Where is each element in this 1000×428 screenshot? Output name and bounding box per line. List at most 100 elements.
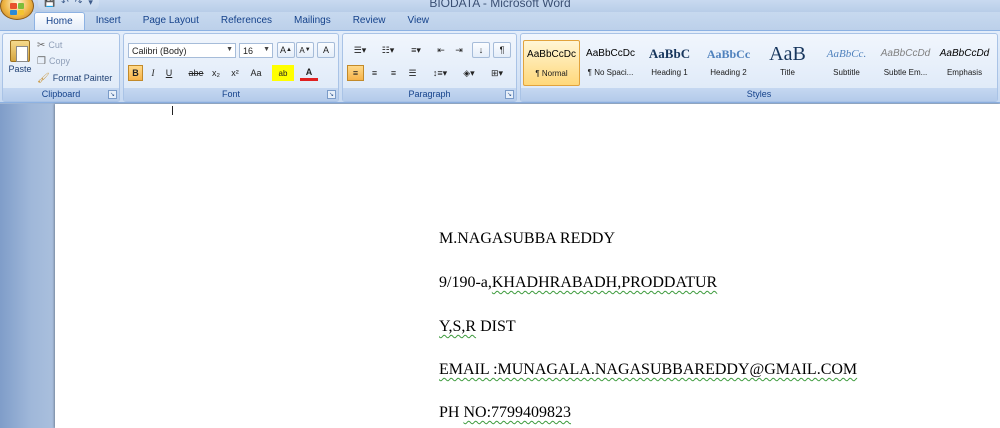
align-right-icon: ≡ xyxy=(390,68,397,78)
shrink-font-button[interactable]: A ▼ xyxy=(296,42,314,58)
change-case-button[interactable]: Aa xyxy=(246,65,266,81)
brush-icon: 🖌 xyxy=(37,72,50,84)
style-sample: AaB xyxy=(769,43,806,65)
style-name: Heading 1 xyxy=(651,68,688,77)
style-normal[interactable]: AaBbCcDc ¶ Normal xyxy=(523,40,580,86)
doc-line-phone[interactable]: PH NO:7799409823 xyxy=(439,404,571,422)
window-title: BIODATA - Microsoft Word xyxy=(429,0,571,10)
title-bar: 💾 ↶ ↷ ▾ BIODATA - Microsoft Word xyxy=(0,0,1000,12)
paste-label: Paste xyxy=(8,64,32,74)
bold-button[interactable]: B xyxy=(128,65,143,81)
font-family-value: Calibri (Body) xyxy=(132,46,187,56)
ribbon: Paste ✂ Cut ❐ Copy 🖌 Format Painter Clip… xyxy=(0,30,1000,103)
strikethrough-button[interactable]: abe xyxy=(187,65,205,81)
style-name: ¶ Normal xyxy=(535,69,568,78)
paste-button[interactable]: Paste xyxy=(6,38,34,88)
address-main: KHADHRABADH,PRODDATUR xyxy=(491,274,718,291)
highlight-button[interactable]: ab xyxy=(272,65,294,81)
district-main: Y,S,R xyxy=(439,318,477,335)
clear-formatting-button[interactable]: A xyxy=(317,42,335,58)
style-name: Title xyxy=(780,68,795,77)
font-size-value: 16 xyxy=(243,46,254,56)
paste-icon xyxy=(10,40,30,62)
style-no-spacing[interactable]: AaBbCcDc ¶ No Spaci... xyxy=(582,40,639,86)
borders-icon: ⊞▾ xyxy=(490,67,504,78)
styles-group-label: Styles xyxy=(521,88,997,101)
tab-mailings[interactable]: Mailings xyxy=(283,12,342,30)
style-sample: AaBbCc xyxy=(706,47,751,61)
decrease-indent-button[interactable]: ⇤ xyxy=(433,42,449,58)
phone-main: NO:7799409823 xyxy=(463,404,572,421)
multilevel-list-icon: ≡▾ xyxy=(411,44,421,55)
font-family-select[interactable]: Calibri (Body) ▼ xyxy=(128,43,236,58)
doc-line-email[interactable]: EMAIL :MUNAGALA.NAGASUBBAREDDY@GMAIL.COM xyxy=(439,361,857,379)
italic-button[interactable]: I xyxy=(146,65,160,81)
style-name: ¶ No Spaci... xyxy=(587,68,634,77)
doc-line-address[interactable]: 9/190-a,KHADHRABADH,PRODDATUR xyxy=(439,274,717,292)
justify-button[interactable]: ☰ xyxy=(404,65,421,81)
align-center-button[interactable]: ≡ xyxy=(366,65,383,81)
phone-prefix: PH xyxy=(439,404,464,421)
sort-button[interactable]: ↓ xyxy=(472,42,490,58)
bullets-icon: ☰▾ xyxy=(353,44,367,55)
shading-button[interactable]: ◈▾ xyxy=(457,65,481,81)
bullets-button[interactable]: ☰▾ xyxy=(347,42,373,58)
align-right-button[interactable]: ≡ xyxy=(385,65,402,81)
tab-review[interactable]: Review xyxy=(342,12,397,30)
email-text: EMAIL :MUNAGALA.NAGASUBBAREDDY@GMAIL.COM xyxy=(439,361,858,378)
styles-group: AaBbCcDc ¶ Normal AaBbCcDc ¶ No Spaci...… xyxy=(520,33,998,102)
paragraph-launcher-icon[interactable]: ↘ xyxy=(505,90,514,99)
increase-indent-icon: ⇥ xyxy=(455,44,463,55)
style-title[interactable]: AaB Title xyxy=(759,40,816,86)
grow-font-button[interactable]: A ▲ xyxy=(277,42,295,58)
tab-insert[interactable]: Insert xyxy=(85,12,132,30)
superscript-button[interactable]: x² xyxy=(227,65,243,81)
numbering-icon: ☷▾ xyxy=(381,44,395,55)
style-subtle-emphasis[interactable]: AaBbCcDd Subtle Em... xyxy=(877,40,934,86)
line-spacing-button[interactable]: ↕≡▾ xyxy=(428,65,452,81)
show-marks-button[interactable]: ¶ xyxy=(493,42,511,58)
underline-button[interactable]: U xyxy=(162,65,176,81)
style-heading-1[interactable]: AaBbC Heading 1 xyxy=(641,40,698,86)
font-group: Calibri (Body) ▼ 16 ▼ A ▲ A ▼ A B I U abe … xyxy=(123,33,339,102)
clipboard-launcher-icon[interactable]: ↘ xyxy=(108,90,117,99)
doc-line-district[interactable]: Y,S,R DIST xyxy=(439,318,516,336)
align-left-button[interactable]: ≡ xyxy=(347,65,364,81)
align-center-icon: ≡ xyxy=(371,68,378,78)
format-painter-button[interactable]: 🖌 Format Painter xyxy=(37,71,112,85)
doc-line-name[interactable]: M.NAGASUBBA REDDY xyxy=(439,230,615,248)
numbering-button[interactable]: ☷▾ xyxy=(375,42,401,58)
decrease-indent-icon: ⇤ xyxy=(437,44,445,55)
tab-view[interactable]: View xyxy=(397,12,441,30)
font-color-button[interactable]: A xyxy=(300,65,318,81)
document-page[interactable]: M.NAGASUBBA REDDY 9/190-a,KHADHRABADH,PR… xyxy=(55,104,1000,428)
cut-button[interactable]: ✂ Cut xyxy=(37,38,62,52)
style-sample: AaBbCcDc xyxy=(527,49,576,60)
paragraph-group: ☰▾ ☷▾ ≡▾ ⇤ ⇥ ↓ ¶ ≡ ≡ ≡ ☰ ↕≡▾ ◈▾ ⊞▾ Parag… xyxy=(342,33,517,102)
style-sample: AaBbCcDc xyxy=(586,48,635,59)
chevron-down-icon: ▼ xyxy=(263,46,270,53)
tab-page-layout[interactable]: Page Layout xyxy=(132,12,210,30)
borders-button[interactable]: ⊞▾ xyxy=(485,65,509,81)
multilevel-list-button[interactable]: ≡▾ xyxy=(403,42,429,58)
style-sample: AaBbCcDd xyxy=(939,48,990,59)
copy-label: Copy xyxy=(48,56,70,66)
style-heading-2[interactable]: AaBbCc Heading 2 xyxy=(700,40,757,86)
justify-icon: ☰ xyxy=(408,67,417,78)
increase-indent-button[interactable]: ⇥ xyxy=(451,42,467,58)
ribbon-tabs: Home Insert Page Layout References Maili… xyxy=(0,12,1000,30)
align-left-icon: ≡ xyxy=(352,68,359,78)
font-launcher-icon[interactable]: ↘ xyxy=(327,90,336,99)
subscript-button[interactable]: x₂ xyxy=(208,65,224,81)
copy-icon: ❐ xyxy=(37,55,46,67)
scissors-icon: ✂ xyxy=(37,39,46,51)
copy-button[interactable]: ❐ Copy xyxy=(37,54,70,68)
font-size-select[interactable]: 16 ▼ xyxy=(239,43,273,58)
district-suffix: DIST xyxy=(476,318,516,335)
tab-home[interactable]: Home xyxy=(34,12,85,30)
style-name: Heading 2 xyxy=(710,68,747,77)
style-subtitle[interactable]: AaBbCc. Subtitle xyxy=(818,40,875,86)
document-workspace: M.NAGASUBBA REDDY 9/190-a,KHADHRABADH,PR… xyxy=(0,104,1000,428)
style-emphasis[interactable]: AaBbCcDd Emphasis xyxy=(936,40,993,86)
tab-references[interactable]: References xyxy=(210,12,283,30)
